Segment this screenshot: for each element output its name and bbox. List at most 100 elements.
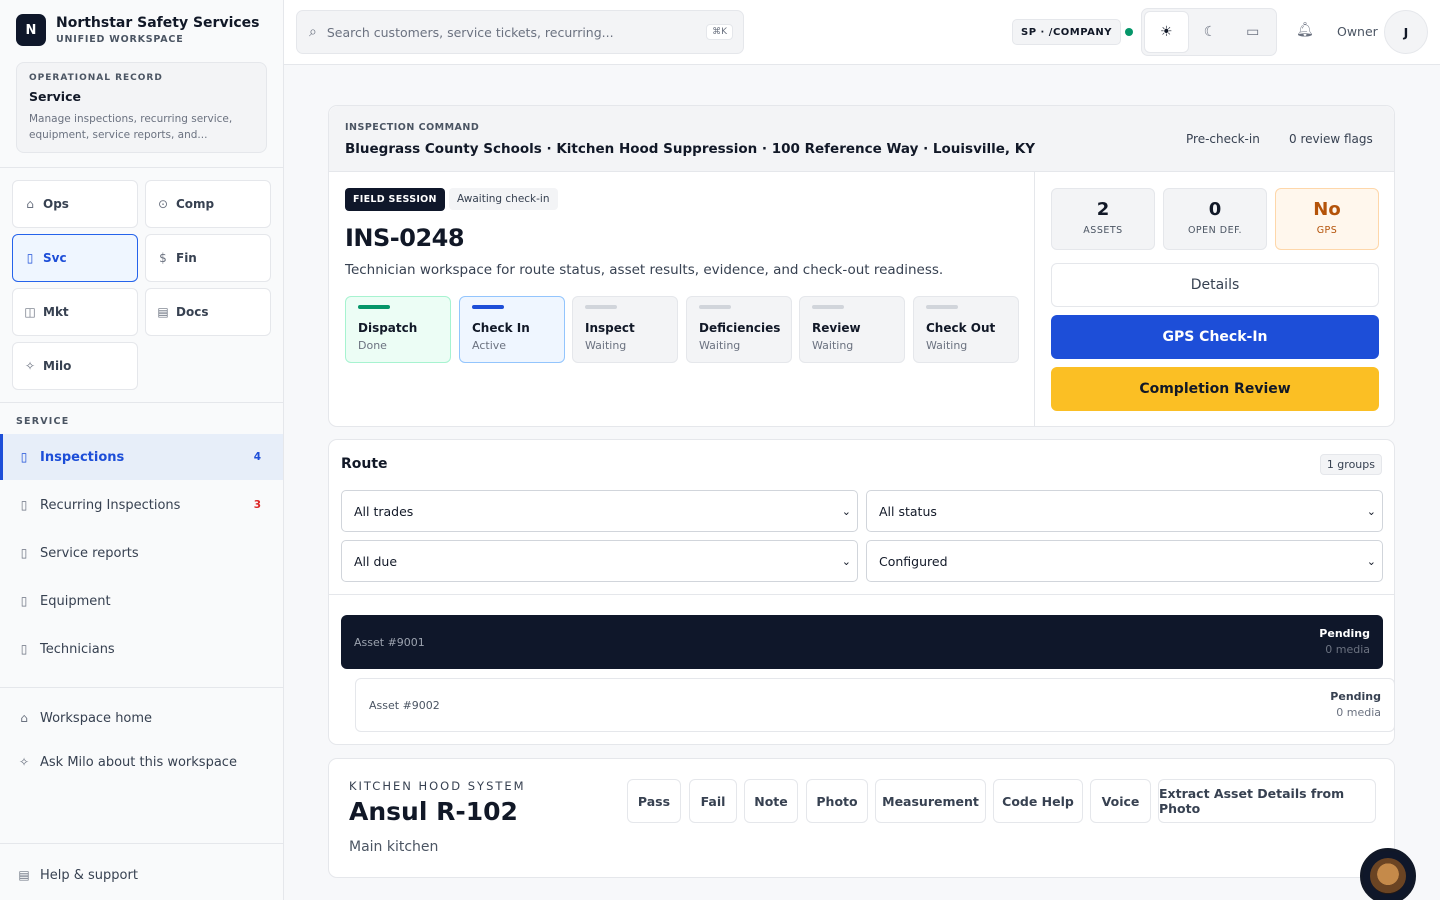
sparkle-icon: ✧ (24, 359, 36, 373)
measurement-button[interactable]: Measurement (875, 779, 986, 823)
step-review[interactable]: Review Waiting (799, 296, 905, 363)
equipment-card: KITCHEN HOOD SYSTEM Ansul R-102 Main kit… (328, 758, 1395, 878)
asset-media-count: 0 media (1325, 643, 1370, 656)
module-fin[interactable]: $ Fin (145, 234, 271, 282)
module-milo[interactable]: ✧ Milo (12, 342, 138, 390)
sidebar-item-label: Ask Milo about this workspace (40, 754, 237, 770)
monitor-icon[interactable]: ▭ (1231, 11, 1274, 53)
stat-label: OPEN DEF. (1187, 225, 1243, 236)
details-button[interactable]: Details (1051, 263, 1379, 307)
step-inspect[interactable]: Inspect Waiting (572, 296, 678, 363)
sidebar-item-ask-milo[interactable]: ✧ Ask Milo about this workspace (0, 739, 283, 785)
module-label: Docs (176, 305, 209, 319)
module-label: Mkt (43, 305, 69, 319)
step-indicator (812, 305, 844, 309)
sidebar-item-equipment[interactable]: ▯ Equipment (0, 578, 283, 624)
service-section-label: SERVICE (16, 416, 70, 427)
step-name: Check Out (926, 321, 996, 335)
status-filter-select[interactable]: All status ⌄ (866, 490, 1383, 532)
module-label: Fin (176, 251, 197, 265)
search-input[interactable] (326, 24, 697, 40)
chevron-down-icon: ⌄ (1366, 554, 1376, 568)
extract-asset-details-button[interactable]: Extract Asset Details from Photo (1158, 779, 1376, 823)
sparkle-icon: ✧ (18, 755, 30, 769)
module-svc[interactable]: ▯ Svc (12, 234, 138, 282)
sidebar-item-technicians[interactable]: ▯ Technicians (0, 626, 283, 672)
trade-filter-select[interactable]: All trades ⌄ (341, 490, 858, 532)
module-label: Milo (43, 359, 72, 373)
chevron-down-icon: ⌄ (841, 554, 851, 568)
step-name: Review (812, 321, 861, 335)
inspection-id: INS-0248 (345, 224, 465, 252)
step-check-out[interactable]: Check Out Waiting (913, 296, 1019, 363)
sidebar-item-label: Service reports (40, 545, 139, 561)
field-session-badge: FIELD SESSION (345, 188, 445, 211)
configured-filter-select[interactable]: Configured ⌄ (866, 540, 1383, 582)
fail-button[interactable]: Fail (689, 779, 737, 823)
module-docs[interactable]: ▤ Docs (145, 288, 271, 336)
step-dispatch[interactable]: Dispatch Done (345, 296, 451, 363)
milo-assistant-button[interactable] (1360, 848, 1416, 900)
sidebar-item-label: Recurring Inspections (40, 497, 181, 513)
select-value: All due (354, 553, 398, 569)
due-filter-select[interactable]: All due ⌄ (341, 540, 858, 582)
divider (329, 594, 1394, 595)
moon-icon[interactable]: ☾ (1189, 11, 1232, 53)
clipboard-icon: ▯ (20, 642, 28, 656)
module-mkt[interactable]: ◫ Mkt (12, 288, 138, 336)
company-switcher[interactable]: SP · /COMPANY (1012, 19, 1121, 45)
owner-label[interactable]: Owner (1337, 24, 1378, 39)
inspection-title: Bluegrass County Schools · Kitchen Hood … (345, 141, 1035, 157)
bell-icon[interactable]: 🔔︎ (1296, 22, 1314, 38)
step-name: Check In (472, 321, 530, 335)
topbar: ⌕ ⌘K SP · /COMPANY ☀ ☾ ▭ 🔔︎ Owner J (284, 0, 1440, 65)
stat-value: No (1313, 199, 1341, 220)
equipment-location: Main kitchen (349, 839, 439, 855)
step-state: Waiting (585, 339, 627, 352)
stat-label: GPS (1316, 225, 1338, 236)
step-indicator (585, 305, 617, 309)
dollar-icon: $ (159, 251, 167, 265)
module-comp[interactable]: ⊙ Comp (145, 180, 271, 228)
asset-name: Asset #9001 (354, 635, 425, 649)
step-check-in[interactable]: Check In Active (459, 296, 565, 363)
step-name: Dispatch (358, 321, 418, 335)
groups-badge: 1 groups (1319, 454, 1382, 475)
brand[interactable]: N Northstar Safety Services UNIFIED WORK… (16, 14, 260, 46)
status-indicator (1125, 28, 1133, 36)
search-icon: ⌕ (309, 24, 317, 40)
document-icon: ▤ (18, 868, 30, 882)
search-bar[interactable]: ⌕ ⌘K (296, 10, 744, 54)
sidebar-item-service-reports[interactable]: ▯ Service reports (0, 530, 283, 576)
sidebar-item-inspections[interactable]: ▯ Inspections 4 (0, 434, 283, 480)
step-indicator (358, 305, 390, 309)
sun-icon[interactable]: ☀ (1144, 11, 1189, 53)
clipboard-icon: ▯ (26, 251, 34, 265)
photo-button[interactable]: Photo (806, 779, 868, 823)
note-button[interactable]: Note (744, 779, 798, 823)
asset-row[interactable]: Asset #9002 Pending 0 media (355, 678, 1395, 732)
code-help-button[interactable]: Code Help (993, 779, 1083, 823)
stat-assets: 2 ASSETS (1051, 188, 1155, 250)
equipment-type: KITCHEN HOOD SYSTEM (349, 779, 526, 793)
module-ops[interactable]: ⌂ Ops (12, 180, 138, 228)
sidebar-item-help[interactable]: ▤ Help & support (0, 852, 283, 898)
divider (0, 843, 284, 844)
shortcut-hint: ⌘K (706, 24, 733, 40)
asset-row[interactable]: Asset #9001 Pending 0 media (341, 615, 1383, 669)
step-deficiencies[interactable]: Deficiencies Waiting (686, 296, 792, 363)
divider (0, 167, 284, 168)
gps-check-in-button[interactable]: GPS Check-In (1051, 315, 1379, 359)
check-circle-icon: ⊙ (157, 197, 169, 211)
completion-review-button[interactable]: Completion Review (1051, 367, 1379, 411)
sidebar-item-workspace-home[interactable]: ⌂ Workspace home (0, 695, 283, 741)
pass-button[interactable]: Pass (627, 779, 681, 823)
home-icon: ⌂ (26, 197, 34, 211)
chevron-down-icon: ⌄ (1366, 504, 1376, 518)
sidebar-item-recurring-inspections[interactable]: ▯ Recurring Inspections 3 (0, 482, 283, 528)
clipboard-icon: ▯ (20, 498, 28, 512)
avatar[interactable]: J (1384, 10, 1428, 54)
asset-status: Pending (1330, 690, 1381, 703)
precheck-label: Pre-check-in (1186, 132, 1260, 146)
voice-button[interactable]: Voice (1090, 779, 1151, 823)
